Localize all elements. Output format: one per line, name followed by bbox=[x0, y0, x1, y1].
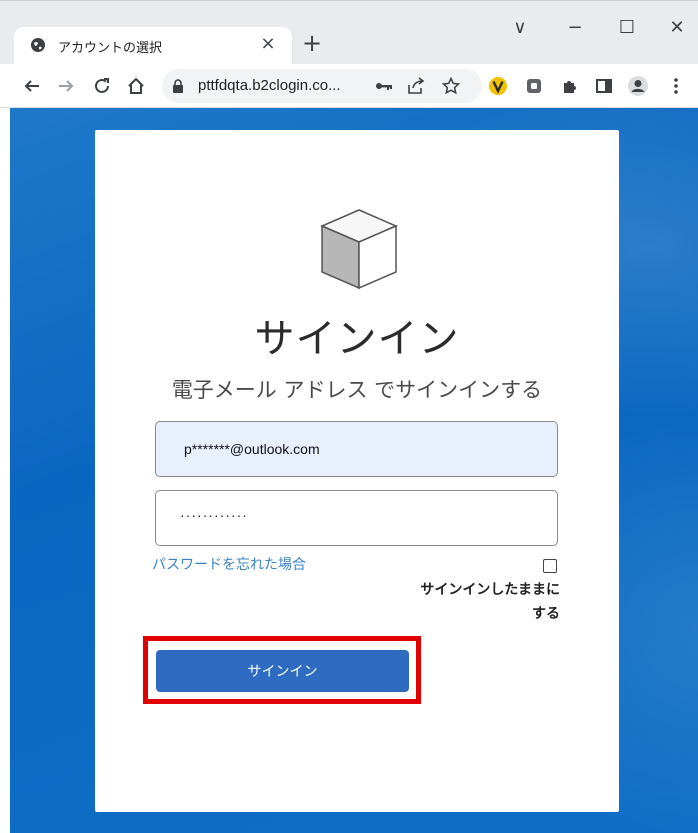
minimize-button[interactable]: − bbox=[560, 15, 590, 41]
email-field[interactable]: p*******@outlook.com bbox=[155, 421, 558, 477]
home-icon[interactable] bbox=[122, 72, 150, 100]
close-window-button[interactable]: ✕ bbox=[662, 15, 692, 41]
back-icon[interactable] bbox=[18, 72, 46, 100]
sidepanel-icon[interactable] bbox=[590, 72, 618, 100]
keep-signed-in-label-line2: する bbox=[532, 606, 560, 622]
key-icon[interactable] bbox=[370, 72, 398, 100]
email-value: p*******@outlook.com bbox=[184, 441, 320, 457]
page-subtitle: 電子メール アドレス でサインインする bbox=[171, 378, 543, 402]
address-bar[interactable]: pttfdqta.b2clogin.co... bbox=[162, 69, 482, 103]
signin-button[interactable]: サインイン bbox=[156, 650, 409, 692]
password-field[interactable]: ············ bbox=[155, 490, 558, 546]
keep-signed-in-label[interactable]: サインインしたままに する bbox=[380, 578, 560, 626]
star-icon[interactable] bbox=[437, 72, 465, 100]
extension-icon[interactable] bbox=[520, 72, 548, 100]
new-tab-button[interactable]: + bbox=[300, 31, 324, 55]
tab-title: アカウントの選択 bbox=[58, 41, 163, 56]
v-extension-icon[interactable] bbox=[484, 72, 512, 100]
tab-search-icon[interactable]: ∨ bbox=[505, 15, 535, 41]
url-text[interactable]: pttfdqta.b2clogin.co... bbox=[198, 77, 341, 94]
keep-signed-in-checkbox[interactable] bbox=[543, 559, 557, 573]
tab-strip: アカウントの選択 × + ∨ − ☐ ✕ bbox=[0, 0, 698, 65]
share-icon[interactable] bbox=[402, 72, 430, 100]
forgot-password-link[interactable]: パスワードを忘れた場合 bbox=[152, 554, 306, 574]
forward-icon[interactable] bbox=[52, 72, 80, 100]
puzzle-icon[interactable] bbox=[556, 72, 584, 100]
tab-close-icon[interactable]: × bbox=[258, 33, 278, 54]
browser-toolbar: pttfdqta.b2clogin.co... bbox=[0, 64, 698, 108]
password-value: ············ bbox=[180, 507, 248, 523]
kebab-menu-icon[interactable] bbox=[662, 72, 690, 100]
cube-logo-icon bbox=[320, 209, 398, 290]
reload-icon[interactable] bbox=[88, 72, 116, 100]
maximize-button[interactable]: ☐ bbox=[612, 15, 642, 41]
profile-icon[interactable] bbox=[624, 72, 652, 100]
browser-tab[interactable]: アカウントの選択 × bbox=[14, 27, 292, 65]
globe-icon bbox=[31, 38, 45, 52]
page-title: サインイン bbox=[254, 316, 460, 362]
lock-icon[interactable] bbox=[172, 79, 184, 93]
keep-signed-in-label-line1: サインインしたままに bbox=[420, 582, 560, 598]
